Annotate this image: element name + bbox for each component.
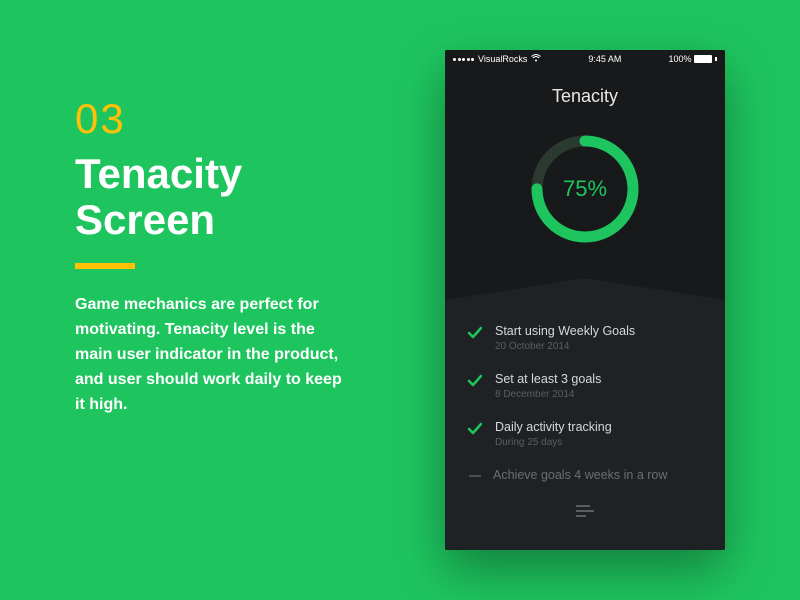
check-icon (467, 373, 483, 389)
status-left: VisualRocks (453, 54, 541, 65)
status-bar: VisualRocks 9:45 AM 100% (445, 50, 725, 68)
goal-subtitle: 20 October 2014 (495, 341, 703, 352)
goal-item[interactable]: Daily activity tracking During 25 days (467, 410, 703, 458)
section-number: 03 (75, 95, 355, 143)
phone-mockup: VisualRocks 9:45 AM 100% Tenacity 75% (445, 50, 725, 550)
goal-title: Start using Weekly Goals (495, 324, 703, 338)
battery-pct: 100% (668, 54, 691, 64)
progress-percent: 75% (563, 176, 607, 202)
divider (75, 263, 135, 269)
carrier-label: VisualRocks (478, 54, 527, 64)
info-panel: 03 Tenacity Screen Game mechanics are pe… (75, 95, 355, 417)
dash-icon (469, 475, 481, 477)
app-title: Tenacity (445, 86, 725, 107)
wifi-icon (531, 54, 541, 65)
status-time: 9:45 AM (588, 54, 621, 64)
goal-title: Set at least 3 goals (495, 372, 703, 386)
menu-icon[interactable] (467, 504, 703, 522)
signal-icon (453, 58, 474, 61)
battery-indicator: 100% (668, 54, 717, 64)
battery-icon (694, 55, 712, 63)
progress-ring: 75% (525, 129, 645, 249)
goals-section: Start using Weekly Goals 20 October 2014… (445, 300, 725, 550)
check-icon (467, 325, 483, 341)
goal-title: Achieve goals 4 weeks in a row (493, 468, 703, 482)
goal-title: Daily activity tracking (495, 420, 703, 434)
check-icon (467, 421, 483, 437)
progress-section: Tenacity 75% (445, 68, 725, 279)
goal-item[interactable]: Set at least 3 goals 8 December 2014 (467, 362, 703, 410)
section-divider-icon (445, 278, 725, 300)
goal-item[interactable]: Start using Weekly Goals 20 October 2014 (467, 314, 703, 362)
section-title: Tenacity Screen (75, 151, 355, 243)
goal-subtitle: During 25 days (495, 437, 703, 448)
goal-item-pending[interactable]: Achieve goals 4 weeks in a row (467, 458, 703, 492)
goal-subtitle: 8 December 2014 (495, 389, 703, 400)
section-description: Game mechanics are perfect for motivatin… (75, 293, 355, 417)
